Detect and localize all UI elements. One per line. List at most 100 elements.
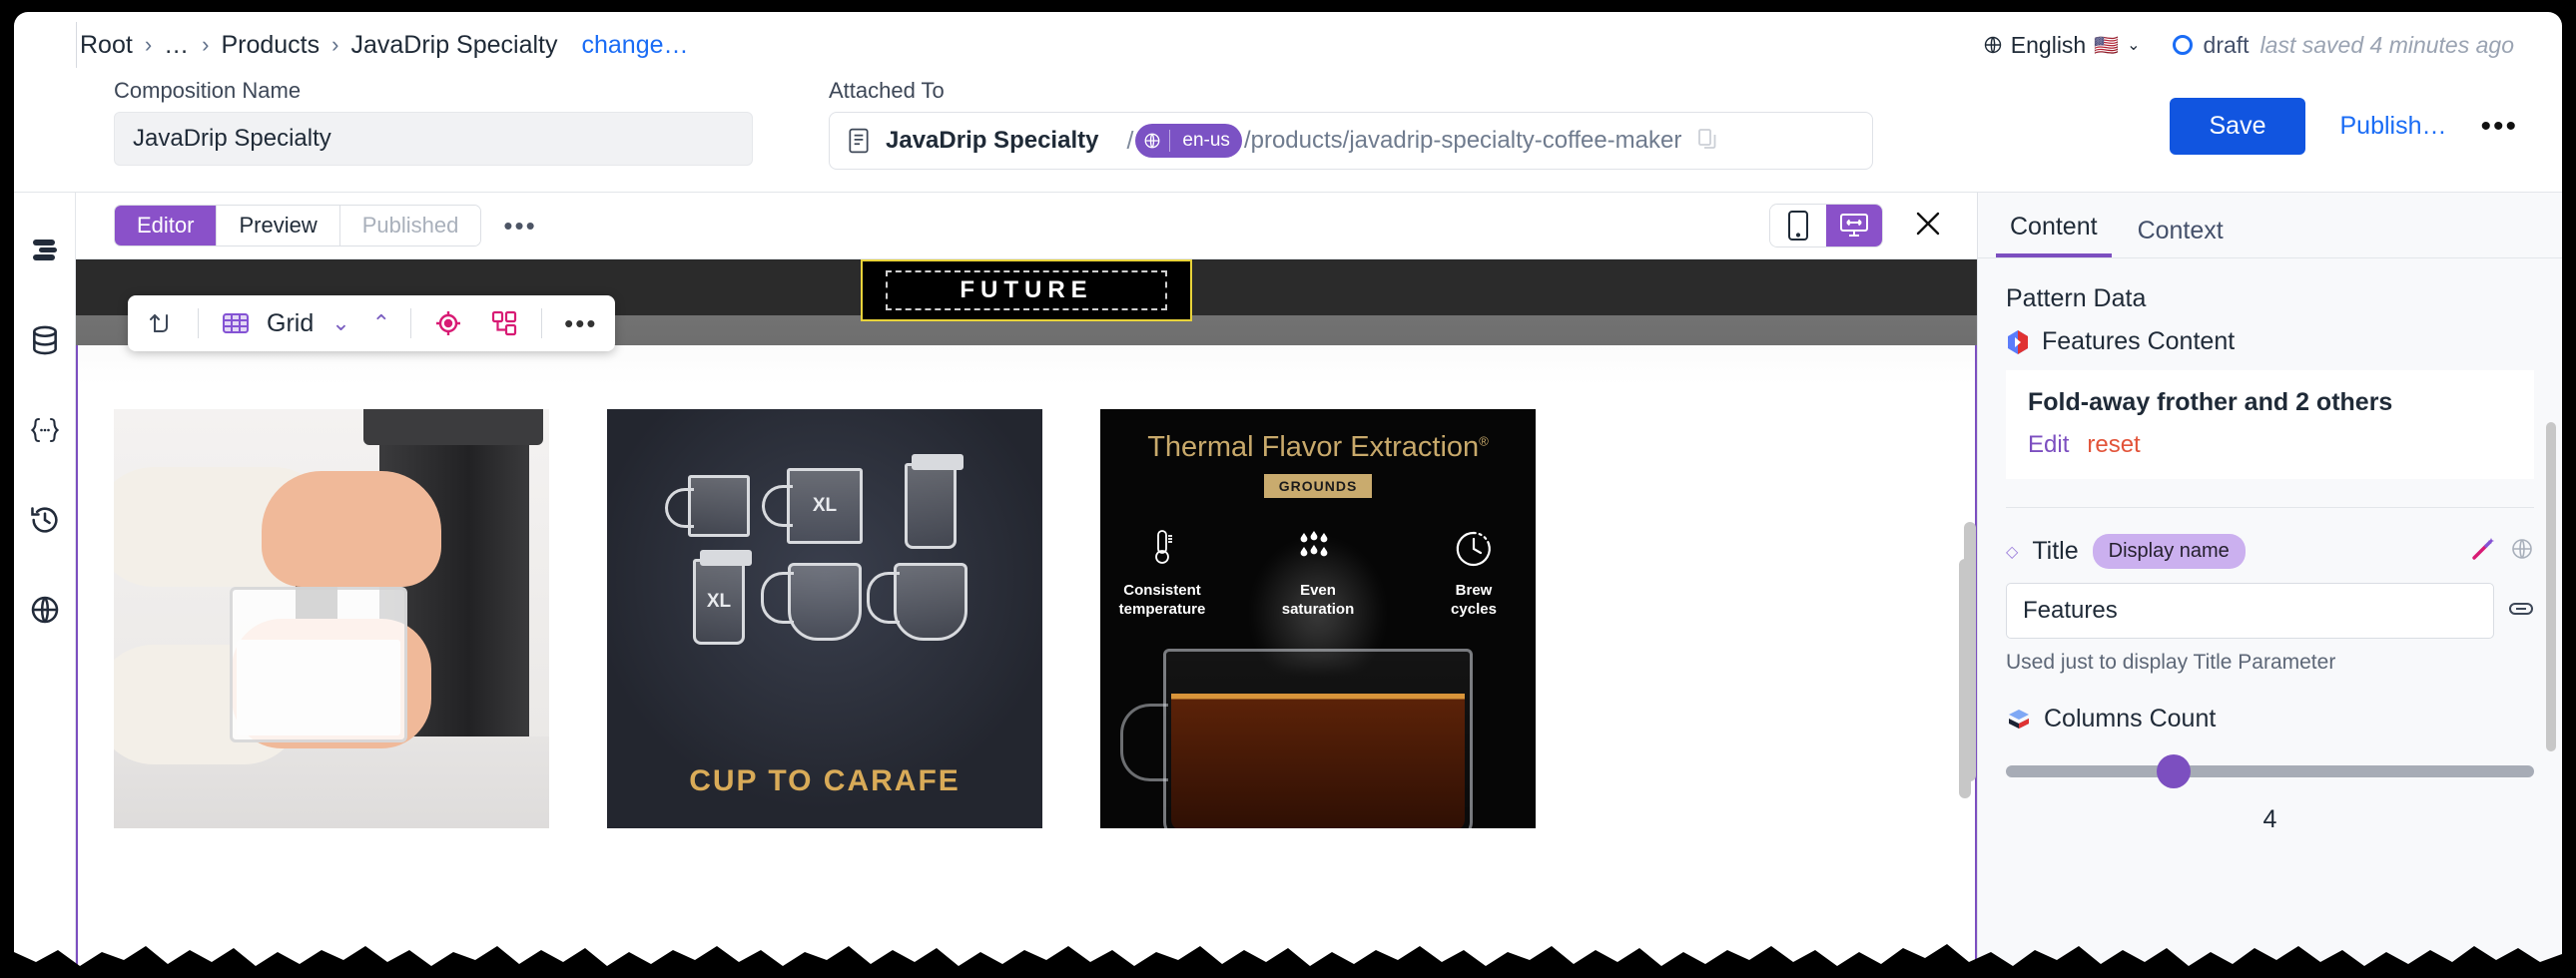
sidebar-item-data[interactable] xyxy=(25,320,65,360)
editor-tabs-right xyxy=(1769,204,1977,247)
editor-center: Editor Preview Published ••• FUTURE XL X… xyxy=(76,193,1977,978)
features-card-row: XL XL CUP TO CARAFE Thermal Flavor Extra… xyxy=(78,409,1975,828)
sidebar-item-parameters[interactable] xyxy=(25,410,65,450)
publish-button[interactable]: Publish… xyxy=(2339,112,2446,141)
breadcrumb-separator: › xyxy=(202,32,210,57)
element-floating-toolbar[interactable]: Grid ⌄ ⌃ ••• xyxy=(128,295,616,351)
structure-icon xyxy=(492,310,517,336)
vessel-label: XL xyxy=(706,591,732,612)
attached-title: JavaDrip Specialty xyxy=(886,127,1099,154)
mug-icon xyxy=(665,475,750,537)
language-selector[interactable]: English 🇺🇸 ⌄ xyxy=(1983,32,2141,59)
locale-badge[interactable]: en-us xyxy=(1135,124,1242,158)
feature-brew-cycles: Brew cycles xyxy=(1419,524,1529,620)
toolbar-divider xyxy=(198,308,199,338)
sidebar-item-locales[interactable] xyxy=(25,590,65,630)
mug-xl-icon: XL xyxy=(762,468,863,544)
tab-editor[interactable]: Editor xyxy=(115,206,218,245)
structure-button[interactable] xyxy=(479,301,529,345)
attached-to-label: Attached To xyxy=(829,78,945,103)
app-body: Editor Preview Published ••• FUTURE XL X… xyxy=(14,192,2562,978)
thermometer-icon xyxy=(1107,524,1217,574)
toolbar-more-button[interactable]: ••• xyxy=(554,310,607,336)
url-path: /products/javadrip-specialty-coffee-make… xyxy=(1243,127,1682,154)
curly-braces-icon xyxy=(30,417,59,443)
carafe-small-icon xyxy=(761,563,862,641)
desktop-responsive-button[interactable] xyxy=(1826,205,1882,246)
carafe-large-icon xyxy=(867,563,967,641)
more-actions-button[interactable]: ••• xyxy=(2480,111,2518,142)
globe-icon xyxy=(2512,539,2532,559)
tab-context[interactable]: Context xyxy=(2124,217,2238,257)
preview-canvas[interactable]: FUTURE XL XL CUP TO CARAFE Thermal Flavo… xyxy=(76,258,1977,978)
chevron-down-icon[interactable]: ⌄ xyxy=(323,310,357,336)
grounds-badge: GROUNDS xyxy=(1264,474,1372,498)
arrow-up-left-icon xyxy=(150,314,168,332)
magic-wand-button[interactable] xyxy=(2470,536,2496,567)
chevron-down-icon[interactable]: ⌄ xyxy=(2127,35,2140,55)
breadcrumb-item-current[interactable]: JavaDrip Specialty xyxy=(350,31,557,60)
localize-button[interactable] xyxy=(2510,537,2534,566)
slider-track xyxy=(2006,765,2534,777)
reset-link[interactable]: reset xyxy=(2087,431,2140,459)
close-editor-button[interactable] xyxy=(1909,205,1947,247)
columns-count-label: Columns Count xyxy=(2044,705,2217,733)
pattern-data-heading: Pattern Data xyxy=(2006,284,2147,312)
columns-count-slider[interactable] xyxy=(2006,754,2534,788)
feature-consistent-temperature: Consistent temperature xyxy=(1107,524,1217,620)
slider-thumb[interactable] xyxy=(2156,754,2191,788)
breadcrumb-item-root[interactable]: Root xyxy=(80,31,133,60)
globe-icon xyxy=(31,596,58,624)
breadcrumb-item-products[interactable]: Products xyxy=(221,31,320,60)
grid-section-selected[interactable]: XL XL CUP TO CARAFE Thermal Flavor Extra… xyxy=(76,345,1977,978)
panel-scrollbar[interactable] xyxy=(2546,422,2556,751)
tab-published[interactable]: Published xyxy=(339,206,481,245)
grid-type-icon-button[interactable] xyxy=(211,301,261,345)
sidebar-item-components[interactable] xyxy=(25,231,65,270)
brew-clock-icon xyxy=(1419,524,1529,574)
top-breadcrumb-bar: Root › … › Products › JavaDrip Specialty… xyxy=(14,12,2562,78)
attached-to-box[interactable]: JavaDrip Specialty / en-us /products/jav… xyxy=(829,112,1873,170)
canvas-scrollbar[interactable] xyxy=(1959,559,1971,798)
element-type-label: Grid xyxy=(267,308,315,337)
desktop-responsive-icon xyxy=(1840,214,1868,237)
features-content-label: Features Content xyxy=(2042,327,2236,355)
frother-photo-card[interactable] xyxy=(114,409,549,828)
cup-to-carafe-card[interactable]: XL XL CUP TO CARAFE xyxy=(607,409,1042,828)
hand-upper xyxy=(262,471,441,587)
vessel-cell xyxy=(761,559,873,645)
feature-line1: Consistent xyxy=(1123,582,1201,599)
breadcrumb-item-ellipsis[interactable]: … xyxy=(164,31,190,60)
select-parent-button[interactable] xyxy=(136,301,186,345)
edit-link[interactable]: Edit xyxy=(2028,431,2069,459)
title-input[interactable]: Features xyxy=(2006,583,2494,639)
magic-wand-icon xyxy=(2472,538,2494,560)
chevron-up-icon[interactable]: ⌃ xyxy=(364,310,398,336)
sidebar-item-history[interactable] xyxy=(25,500,65,540)
close-icon xyxy=(1916,212,1940,235)
title-input-row: Features xyxy=(2006,583,2534,639)
save-button[interactable]: Save xyxy=(2169,98,2306,155)
copy-icon[interactable] xyxy=(1697,128,1717,155)
thermal-title: Thermal Flavor Extraction® xyxy=(1100,409,1536,464)
link-parameter-button[interactable] xyxy=(2508,599,2534,624)
target-button[interactable] xyxy=(423,301,473,345)
mug-handle xyxy=(1120,704,1168,781)
thermal-flavor-card[interactable]: Thermal Flavor Extraction® GROUNDS Consi… xyxy=(1100,409,1536,828)
tab-preview[interactable]: Preview xyxy=(217,206,340,245)
vessel-label: XL xyxy=(812,495,838,516)
composition-name-input[interactable]: JavaDrip Specialty xyxy=(114,112,753,166)
change-link[interactable]: change… xyxy=(582,31,689,60)
mobile-device-button[interactable] xyxy=(1770,205,1826,246)
left-icon-rail xyxy=(14,193,76,978)
tab-content[interactable]: Content xyxy=(1996,213,2112,257)
editor-tabs-more-button[interactable]: ••• xyxy=(503,213,536,239)
tumbler-icon xyxy=(905,454,964,549)
coffee-mug-photo xyxy=(1120,649,1473,828)
breadcrumb-separator: › xyxy=(331,32,339,57)
display-name-badge: Display name xyxy=(2092,534,2246,569)
feature-line2: temperature xyxy=(1118,600,1206,618)
app-window: Root › … › Products › JavaDrip Specialty… xyxy=(14,12,2562,978)
feature-line1: Brew xyxy=(1455,582,1493,599)
vessel-cell xyxy=(883,454,978,549)
